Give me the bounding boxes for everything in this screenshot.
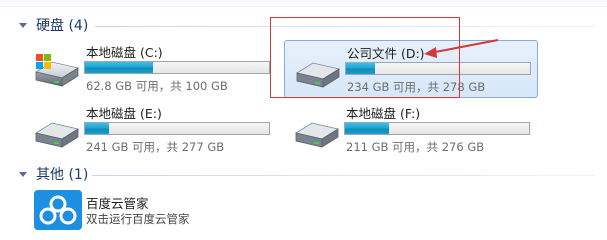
drive-space-info: 62.8 GB 可用，共 100 GB xyxy=(86,79,228,93)
group-title: 硬盘 (4) xyxy=(36,18,89,34)
drive-space-info: 241 GB 可用，共 277 GB xyxy=(86,140,225,154)
group-header-hard-disks[interactable]: 硬盘 (4) xyxy=(18,14,88,36)
baidu-cloud-icon xyxy=(34,190,82,230)
capacity-bar xyxy=(344,122,530,135)
capacity-bar-fill xyxy=(345,123,390,134)
hard-drive-icon xyxy=(34,54,80,87)
app-description: 双击运行百度云管家 xyxy=(86,212,190,226)
top-toolbar-edge xyxy=(0,0,607,7)
collapse-chevron-icon[interactable] xyxy=(18,169,28,179)
group-header-other[interactable]: 其他 (1) xyxy=(18,163,88,185)
capacity-bar xyxy=(84,122,270,135)
drive-c[interactable]: 本地磁盘 (C:) 62.8 GB 可用，共 100 GB xyxy=(24,40,276,96)
annotation-highlight-box xyxy=(270,17,460,98)
drive-space-info: 211 GB 可用，共 276 GB xyxy=(346,140,485,154)
capacity-bar-fill xyxy=(85,123,109,134)
drive-label: 本地磁盘 (C:) xyxy=(86,45,163,60)
app-baidu-cloud[interactable]: 百度云管家 双击运行百度云管家 xyxy=(34,190,294,230)
drive-label: 本地磁盘 (F:) xyxy=(346,106,421,121)
hard-drive-icon xyxy=(34,122,80,148)
app-name: 百度云管家 xyxy=(86,196,149,211)
drive-f[interactable]: 本地磁盘 (F:) 211 GB 可用，共 276 GB xyxy=(284,101,536,157)
hard-drive-icon xyxy=(294,122,340,148)
collapse-chevron-icon[interactable] xyxy=(18,20,28,30)
capacity-bar xyxy=(84,61,270,74)
group-divider xyxy=(92,175,595,176)
drive-e[interactable]: 本地磁盘 (E:) 241 GB 可用，共 277 GB xyxy=(24,101,276,157)
drive-label: 本地磁盘 (E:) xyxy=(86,106,162,121)
capacity-bar-fill xyxy=(85,62,154,73)
group-title: 其他 (1) xyxy=(36,167,89,183)
